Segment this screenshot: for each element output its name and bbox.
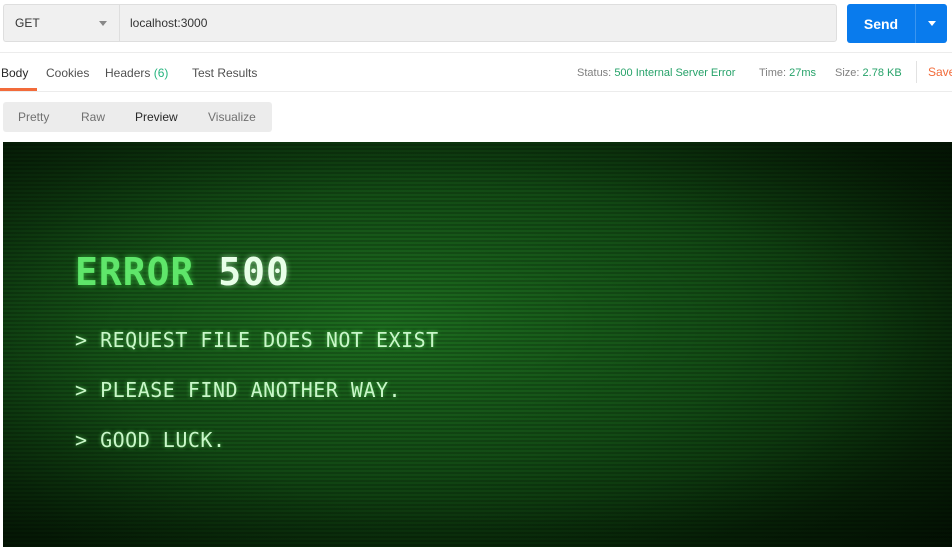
error-message-line: > REQUEST FILE DOES NOT EXIST [75, 328, 439, 352]
request-bar: GET Send [0, 0, 952, 50]
save-response-button[interactable]: Save [928, 65, 952, 79]
size-info: Size: 2.78 KB [835, 67, 902, 79]
tab-cookies-label: Cookies [46, 66, 90, 80]
method-label: GET [15, 16, 40, 30]
time-label: Time: [759, 67, 787, 79]
tab-test-results-label: Test Results [192, 66, 258, 80]
tab-headers-label: Headers [105, 66, 151, 80]
send-label: Send [863, 15, 899, 32]
active-tab-indicator [0, 88, 37, 91]
send-button[interactable]: Send [847, 4, 947, 43]
tab-body[interactable]: Body [1, 66, 28, 80]
size-label: Size: [835, 67, 860, 79]
send-options-button[interactable] [916, 4, 947, 43]
tab-headers[interactable]: Headers (6) [105, 66, 168, 80]
error-code: 500 [218, 250, 290, 294]
size-value[interactable]: 2.78 KB [863, 67, 902, 79]
tab-raw[interactable]: Raw [81, 110, 105, 124]
status-label: Status: [577, 67, 612, 79]
time-value[interactable]: 27ms [789, 67, 816, 79]
headers-count-badge: (6) [153, 66, 169, 80]
error-title: ERROR 500 [75, 250, 290, 294]
time-info: Time: 27ms [759, 67, 816, 79]
tab-cookies[interactable]: Cookies [46, 66, 89, 80]
caret-down-icon [99, 21, 107, 26]
error-word: ERROR [75, 250, 195, 294]
status-info: Status: 500 Internal Server Error [577, 67, 735, 79]
tab-body-label: Body [1, 66, 29, 80]
tab-visualize[interactable]: Visualize [208, 110, 256, 124]
method-select[interactable]: GET [3, 4, 119, 42]
response-preview[interactable]: ERROR 500 > REQUEST FILE DOES NOT EXIST … [3, 142, 952, 547]
url-input[interactable] [119, 4, 837, 42]
tab-test-results[interactable]: Test Results [192, 66, 257, 80]
caret-down-icon [927, 21, 936, 26]
response-header: Body Cookies Headers (6) Test Results St… [0, 52, 952, 92]
view-mode-tabs: Pretty Raw Preview Visualize [3, 102, 272, 132]
status-value[interactable]: 500 Internal Server Error [614, 67, 735, 79]
tab-preview[interactable]: Preview [135, 110, 178, 124]
error-message-line: > GOOD LUCK. [75, 428, 226, 452]
divider [916, 61, 917, 83]
tab-pretty[interactable]: Pretty [18, 110, 49, 124]
error-message-line: > PLEASE FIND ANOTHER WAY. [75, 378, 402, 402]
